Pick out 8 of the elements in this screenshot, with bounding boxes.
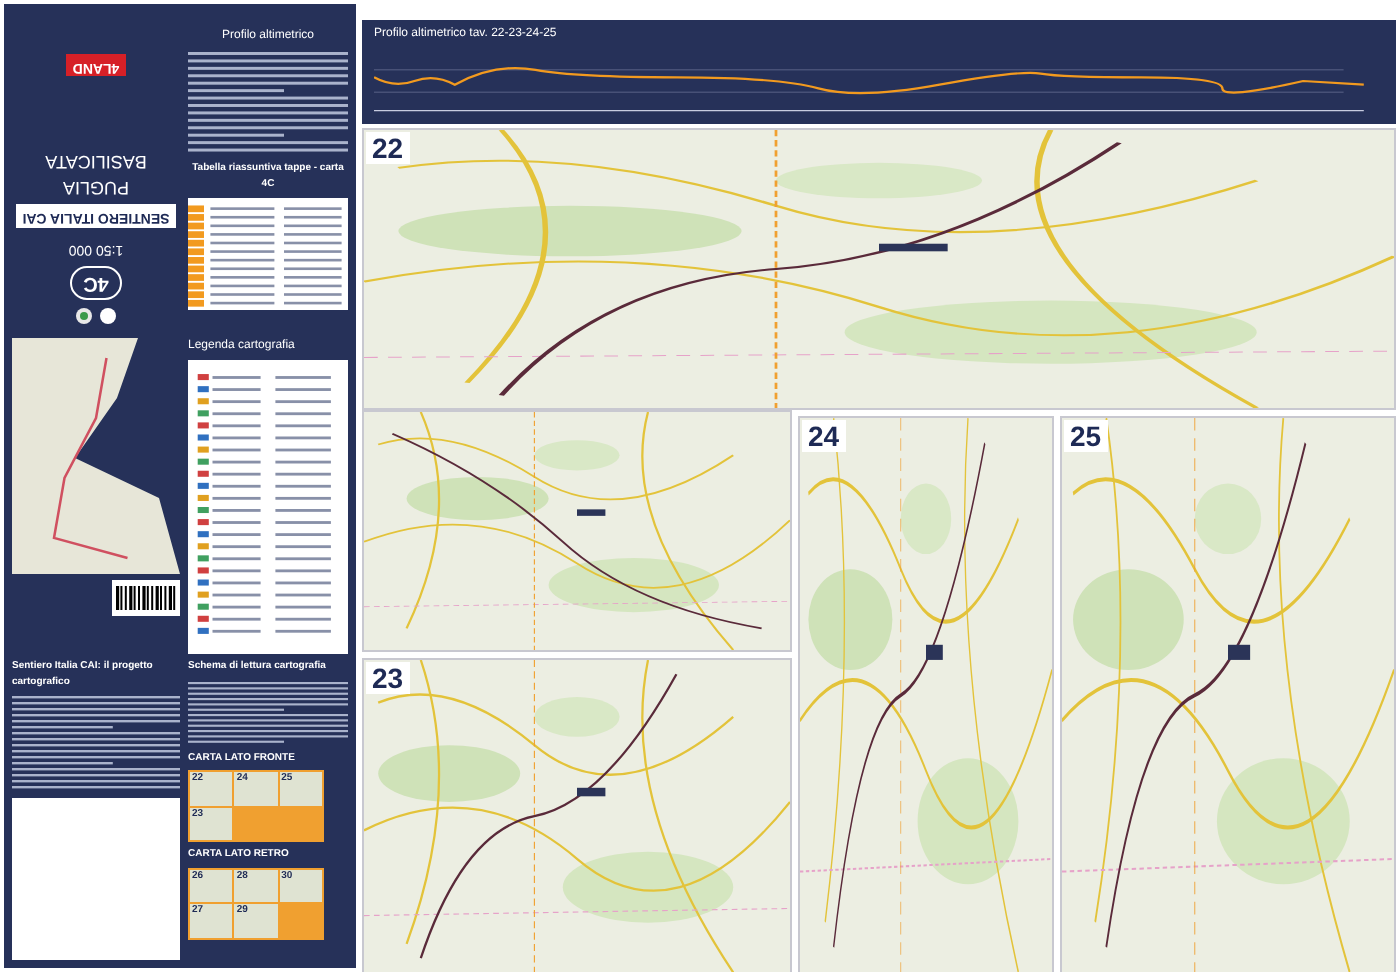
map-number: 24	[802, 420, 846, 452]
region-title: PUGLIA	[63, 178, 130, 196]
map-number: 25	[1064, 420, 1108, 452]
barcode-icon	[112, 580, 180, 616]
sheet-code: 4C	[69, 266, 123, 300]
map-number: 22	[366, 132, 410, 164]
region-title: BASILICATA	[45, 152, 147, 170]
map-number: 23	[366, 662, 410, 694]
